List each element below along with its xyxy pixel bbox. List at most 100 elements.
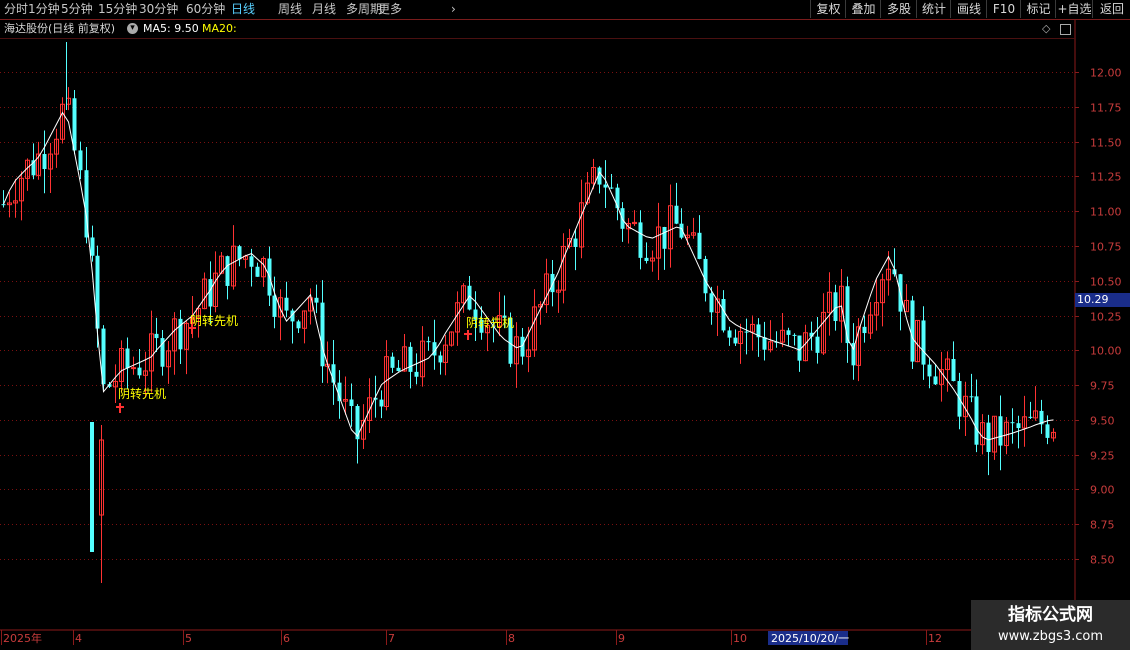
- candle-body: [414, 371, 419, 377]
- x-tick-label: 5: [185, 632, 192, 645]
- candle-body: [709, 293, 714, 313]
- candle-body: [733, 337, 738, 344]
- y-tick-label: 9.00: [1090, 484, 1115, 497]
- candle-body: [320, 302, 325, 367]
- candle-body: [927, 364, 932, 377]
- candle-body: [296, 321, 301, 329]
- candle-body: [1016, 423, 1021, 429]
- y-tick-label: 8.75: [1090, 519, 1115, 532]
- y-tick-label: 10.50: [1090, 276, 1122, 289]
- candle-body: [951, 359, 956, 382]
- candle-body: [721, 298, 726, 331]
- candle-body: [131, 367, 136, 370]
- y-tick-label: 11.00: [1090, 206, 1122, 219]
- candle-body: [845, 286, 850, 344]
- candle-body: [1045, 424, 1050, 438]
- candle-body: [833, 292, 838, 322]
- candle-body: [154, 333, 159, 339]
- candle-body: [408, 346, 413, 372]
- candle-body: [862, 326, 867, 334]
- candle-body: [703, 258, 708, 294]
- y-tick-label: 8.50: [1090, 554, 1115, 567]
- x-tick-label: 4: [75, 632, 82, 645]
- candle-body: [697, 232, 702, 259]
- candle-body: [1028, 416, 1033, 418]
- candle-body: [933, 376, 938, 385]
- candle-body: [603, 184, 608, 188]
- candle-body: [727, 330, 732, 338]
- candle-body: [78, 150, 83, 171]
- y-tick-label: 10.25: [1090, 311, 1122, 324]
- candle-body: [744, 331, 749, 333]
- x-tick-label: 12: [928, 632, 942, 645]
- candle-body: [520, 336, 525, 357]
- candle-body: [208, 279, 213, 307]
- candle-body: [178, 318, 183, 350]
- watermark-url: www.zbgs3.com: [997, 629, 1104, 644]
- y-tick-label: 10.00: [1090, 345, 1122, 358]
- signal-label: 阴转先机: [118, 386, 166, 401]
- candle-body: [272, 295, 277, 317]
- candle-body: [762, 337, 767, 350]
- candle-body: [379, 399, 384, 407]
- candle-body: [225, 256, 230, 286]
- x-tick-label: 6: [283, 632, 290, 645]
- candle-body: [314, 297, 319, 303]
- candle-body: [986, 422, 991, 453]
- y-tick-label: 9.25: [1090, 450, 1115, 463]
- candle-body: [90, 422, 94, 552]
- x-tick-label: 7: [388, 632, 395, 645]
- y-tick-label: 9.50: [1090, 415, 1115, 428]
- signal-label: 阴转先机: [190, 313, 238, 328]
- candle-body: [815, 336, 820, 353]
- candle-body: [1, 204, 6, 206]
- candle-body: [396, 367, 401, 371]
- candle-body: [255, 266, 260, 277]
- y-tick-label: 11.75: [1090, 102, 1122, 115]
- candle-body: [609, 187, 614, 189]
- signal-marker: [464, 330, 472, 340]
- candle-body: [249, 256, 254, 267]
- candle-body: [426, 341, 431, 343]
- y-tick-label: 11.50: [1090, 137, 1122, 150]
- current-price-badge: 10.29: [1075, 293, 1130, 307]
- candle-body: [349, 399, 354, 407]
- candle-body: [662, 227, 667, 249]
- candle-body: [90, 237, 95, 256]
- candle-body: [573, 238, 578, 248]
- signal-label: 阴转先机: [466, 315, 514, 330]
- candle-body: [644, 257, 649, 261]
- kline-chart[interactable]: 12.00 11.75 11.50 11.25 11.00 10.75 10.50 10.25…: [0, 0, 1130, 650]
- candle-body: [1010, 422, 1015, 424]
- candle-body: [974, 396, 979, 445]
- y-tick-label: 10.75: [1090, 241, 1122, 254]
- x-tick-label: 10: [733, 632, 747, 645]
- candle-body: [237, 246, 242, 260]
- candle-body: [786, 330, 791, 335]
- candle-body: [792, 334, 797, 336]
- candle-body: [615, 187, 620, 209]
- x-tick-label: 9: [618, 632, 625, 645]
- y-tick-label: 9.75: [1090, 380, 1115, 393]
- candle-body: [137, 367, 142, 376]
- candle-body: [998, 416, 1003, 446]
- candle-body: [438, 355, 443, 363]
- candle-body: [72, 98, 77, 151]
- x-tick-label: 8: [508, 632, 515, 645]
- candle-body: [674, 205, 679, 224]
- candle-body: [638, 222, 643, 258]
- candle-body: [921, 320, 926, 365]
- watermark-title: 指标公式网: [1008, 605, 1093, 625]
- candle-body: [125, 348, 130, 369]
- x-tick-label: 2025年: [3, 631, 42, 645]
- candle-body: [969, 396, 974, 398]
- y-tick-label: 12.00: [1090, 67, 1122, 80]
- watermark: 指标公式网 www.zbgs3.com: [971, 600, 1130, 650]
- candle-body: [910, 300, 915, 362]
- candle-body: [42, 154, 47, 170]
- signal-marker: [116, 403, 124, 413]
- candle-body: [390, 356, 395, 368]
- crosshair-date-label: 2025/10/20/一: [771, 632, 849, 645]
- candle-body: [284, 297, 289, 311]
- y-tick-label: 11.25: [1090, 171, 1122, 184]
